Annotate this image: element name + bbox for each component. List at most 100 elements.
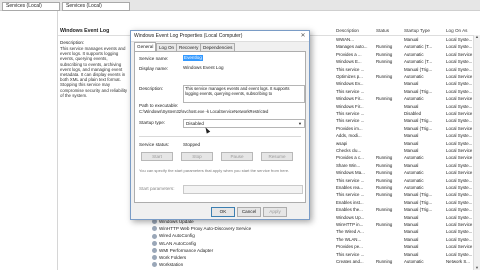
service-description: Windows Fir...: [336, 96, 364, 102]
general-tab-panel: Service name: Eventlog Display name: Win…: [134, 51, 306, 203]
service-startup-type: Manual: [404, 229, 419, 235]
service-description: This service ...: [336, 177, 365, 183]
service-description: This service ...: [336, 111, 365, 116]
column-log-on-as[interactable]: Log On As: [446, 28, 467, 33]
service-startup-type: Manual (Trig...: [404, 125, 433, 131]
properties-dialog: Windows Event Log Properties (Local Comp…: [130, 30, 310, 220]
service-name-label: Service name:: [139, 56, 169, 61]
service-status: Running: [376, 155, 393, 161]
service-startup-type: Automatic: [404, 170, 424, 176]
column-status[interactable]: Status: [376, 28, 389, 33]
gear-icon: [152, 262, 157, 268]
path-label: Path to executable:: [139, 103, 179, 108]
display-name-field[interactable]: Windows Event Log: [183, 65, 224, 71]
tab-dependencies[interactable]: Dependencies: [200, 43, 236, 51]
service-startup-type: Manual: [404, 140, 419, 146]
service-startup-type: Manual: [404, 162, 419, 168]
service-description: Enables rea...: [336, 185, 364, 190]
service-name-value[interactable]: Eventlog: [183, 55, 203, 61]
gear-icon: [152, 226, 157, 232]
service-status-value: Stopped: [183, 142, 201, 147]
chevron-down-icon: ▼: [298, 121, 302, 126]
start-params-input[interactable]: [183, 185, 303, 194]
gear-icon: [152, 219, 157, 225]
service-status: Running: [376, 59, 393, 65]
path-value: C:\Windows\System32\svchost.exe -k Local…: [139, 109, 269, 114]
service-description: Provides pe...: [336, 244, 363, 250]
service-startup-type: Manual: [404, 103, 419, 109]
service-startup-type: Manual: [404, 222, 419, 227]
service-description: The WLAN...: [336, 236, 362, 242]
dialog-tabs: General Log On Recovery Dependencies: [134, 42, 304, 51]
service-startup-type: Manual: [404, 133, 419, 139]
cancel-button[interactable]: Cancel: [237, 207, 261, 217]
service-startup-type: Automatic: [404, 185, 424, 190]
service-startup-type: Automatic: [404, 74, 424, 79]
service-name: WLAN AutoConfig: [159, 240, 197, 246]
gear-icon: [152, 240, 157, 246]
ok-button[interactable]: OK: [211, 207, 235, 217]
service-status: Running: [376, 259, 393, 264]
service-description: Provides a c...: [336, 155, 364, 161]
service-description: Checks clu...: [336, 148, 362, 153]
service-status: Running: [376, 51, 393, 57]
column-description[interactable]: Description: [336, 28, 359, 33]
pause-button[interactable]: Pause: [221, 152, 253, 161]
column-startup-type[interactable]: Startup Type: [404, 28, 430, 33]
tab-log-on[interactable]: Log On: [156, 43, 178, 51]
dialog-titlebar[interactable]: Windows Event Log Properties (Local Comp…: [131, 31, 309, 42]
resume-button[interactable]: Resume: [261, 152, 293, 161]
table-row[interactable]: Creates and... Running Automatic Network S.…: [0, 258, 480, 265]
service-name-row[interactable]: Workstation: [152, 261, 183, 268]
gear-icon: [152, 255, 157, 261]
service-description: This service ...: [336, 192, 365, 198]
service-description: Enables inst...: [336, 199, 364, 205]
service-startup-type: Automatic: [404, 51, 424, 57]
service-description: Windows Fir...: [336, 103, 364, 109]
service-startup-type: Automatic (T...: [404, 44, 433, 50]
start-button[interactable]: Start: [141, 152, 173, 161]
tab-recovery[interactable]: Recovery: [176, 43, 202, 51]
service-startup-type: Manual: [404, 148, 419, 153]
table-row[interactable]: The WLAN... Manual Local Syste...: [0, 236, 480, 243]
vertical-scrollbar[interactable]: ▲ ▼: [473, 35, 480, 270]
service-status: Running: [376, 192, 393, 198]
service-description: Adds, modi...: [336, 133, 362, 139]
service-status: Running: [376, 185, 393, 190]
service-startup-type: Manual: [404, 81, 419, 87]
service-description: WinHTTP in...: [336, 222, 364, 227]
service-startup-type: Disabled: [404, 111, 422, 116]
scroll-up-icon[interactable]: ▲: [475, 35, 479, 39]
start-params-hint: You can specify the start parameters tha…: [139, 168, 290, 173]
stop-button[interactable]: Stop: [181, 152, 213, 161]
service-description: Manages auto...: [336, 44, 368, 50]
table-row[interactable]: Provides pe... Manual Local Service: [0, 243, 480, 250]
service-name-row[interactable]: Work Folders: [152, 254, 186, 261]
service-name-row[interactable]: WLAN AutoConfig: [152, 240, 196, 247]
description-field[interactable]: This service manages events and event lo…: [183, 85, 305, 103]
apply-button[interactable]: Apply: [263, 207, 287, 217]
service-description: wsapi: [336, 140, 348, 146]
gear-icon: [152, 248, 157, 254]
service-startup-type: Manual: [404, 236, 419, 242]
service-name-row[interactable]: Wired AutoConfig: [152, 232, 195, 239]
service-startup-type: Manual: [404, 251, 419, 257]
separator: [139, 136, 301, 137]
table-row[interactable]: This service ... Manual Local Syste...: [0, 251, 480, 258]
tab-general[interactable]: General: [134, 42, 157, 51]
service-description: Provides a ...: [336, 51, 362, 57]
tab-services-local-left[interactable]: Services (Local): [2, 2, 60, 11]
close-icon[interactable]: ✕: [299, 32, 307, 40]
service-status: Running: [376, 207, 393, 213]
tab-services-local-right[interactable]: Services (Local): [62, 2, 130, 11]
service-name-row[interactable]: WMI Performance Adapter: [152, 247, 213, 254]
service-startup-type: Manual (Trig...: [404, 192, 433, 198]
service-startup-type: Automatic (T...: [404, 59, 433, 65]
service-name-row[interactable]: WinHTTP Web Proxy Auto-Discovery Service: [152, 225, 251, 232]
service-name: WinHTTP Web Proxy Auto-Discovery Service: [159, 226, 252, 232]
scroll-down-icon[interactable]: ▼: [475, 266, 479, 270]
service-status-label: Service status:: [139, 142, 170, 147]
startup-type-select[interactable]: Disabled ▼: [183, 119, 305, 128]
service-description: WWAN...: [336, 37, 354, 42]
service-startup-type: Automatic: [404, 259, 424, 264]
